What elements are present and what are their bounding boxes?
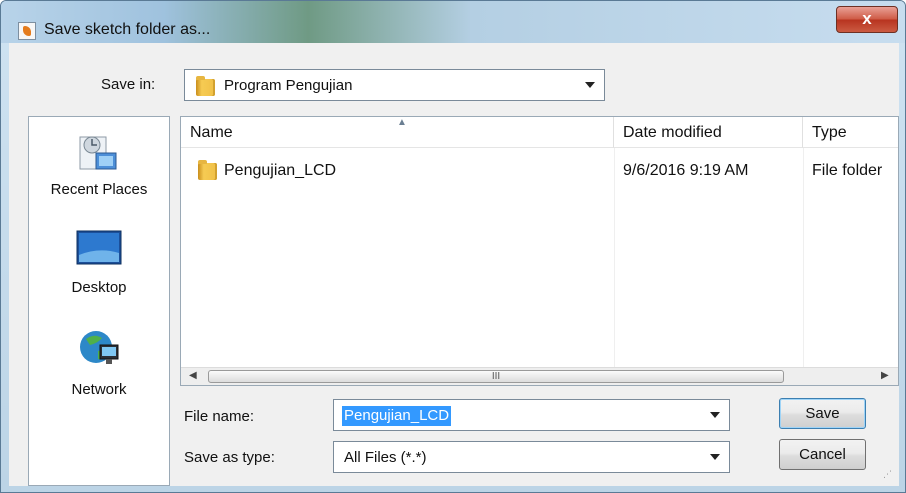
scroll-left-icon[interactable]: ◀ xyxy=(189,370,197,381)
places-bar: Recent Places Desktop Network xyxy=(28,116,170,486)
column-header-label: Name xyxy=(190,124,233,141)
save-as-type-label: Save as type: xyxy=(184,449,275,466)
horizontal-scrollbar[interactable]: ◀ III ▶ xyxy=(181,367,898,385)
save-in-value: Program Pengujian xyxy=(224,77,353,94)
save-as-type-dropdown[interactable]: All Files (*.*) xyxy=(333,441,730,473)
title-bar[interactable]: Save sketch folder as... x xyxy=(1,1,905,43)
file-name-input[interactable]: Pengujian_LCD xyxy=(333,399,730,431)
save-in-dropdown[interactable]: Program Pengujian xyxy=(184,69,605,101)
dialog-body: Save in: Program Pengujian Recent Places… xyxy=(9,43,899,486)
scroll-right-icon[interactable]: ▶ xyxy=(881,370,889,381)
file-name-label: File name: xyxy=(184,408,255,425)
places-item-label: Desktop xyxy=(71,279,127,296)
row-date-modified: 9/6/2016 9:19 AM xyxy=(623,162,749,179)
close-button[interactable]: x xyxy=(836,6,898,33)
chevron-down-icon xyxy=(710,454,720,460)
save-as-type-value: All Files (*.*) xyxy=(344,449,427,466)
places-item-recent-places[interactable]: Recent Places xyxy=(29,131,169,198)
places-item-label: Recent Places xyxy=(50,181,148,198)
resize-grip-icon[interactable]: ⋰ xyxy=(883,469,892,480)
file-name-selected-text: Pengujian_LCD xyxy=(342,406,452,426)
chevron-down-icon xyxy=(585,82,595,88)
network-icon xyxy=(80,331,119,364)
places-item-desktop[interactable]: Desktop xyxy=(29,229,169,296)
save-in-label: Save in: xyxy=(101,76,156,93)
folder-icon xyxy=(198,160,217,180)
cancel-button[interactable]: Cancel xyxy=(779,439,866,470)
chevron-down-icon[interactable] xyxy=(710,412,720,418)
places-item-label: Network xyxy=(71,381,127,398)
column-header-type[interactable]: Type xyxy=(803,117,898,148)
desktop-icon xyxy=(76,230,122,265)
recent-places-icon xyxy=(79,136,117,170)
places-item-network[interactable]: Network xyxy=(29,329,169,398)
sort-ascending-icon: ▲ xyxy=(397,117,407,128)
scroll-thumb[interactable]: III xyxy=(208,370,784,383)
row-name: Pengujian_LCD xyxy=(224,162,337,179)
row-type: File folder xyxy=(812,162,883,179)
folder-icon xyxy=(196,76,215,96)
save-button[interactable]: Save xyxy=(779,398,866,429)
java-app-icon xyxy=(18,22,36,40)
window-title: Save sketch folder as... xyxy=(44,21,211,38)
column-header-name[interactable]: Name ▲ xyxy=(181,117,614,148)
column-header-date-modified[interactable]: Date modified xyxy=(614,117,803,148)
file-list: Name ▲ Date modified Type Pengujian_LCD … xyxy=(180,116,899,386)
save-dialog: Save sketch folder as... x Save in: Prog… xyxy=(0,0,906,493)
